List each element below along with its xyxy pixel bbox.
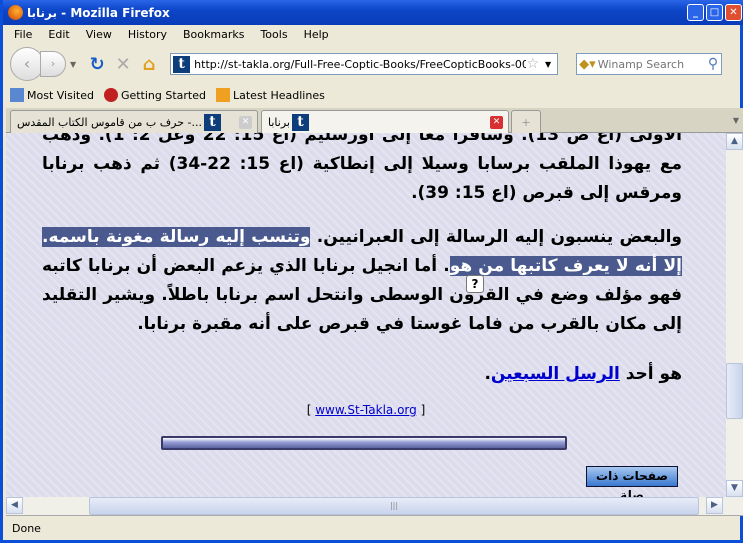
menu-bookmarks[interactable]: Bookmarks xyxy=(175,28,252,41)
paragraph-3: هو أحد الرسل السبعين. xyxy=(42,360,682,389)
menu-history[interactable]: History xyxy=(120,28,175,41)
vertical-scrollbar[interactable]: ▲ ▼ xyxy=(726,133,743,497)
search-box: ◆▾ ⚲ xyxy=(576,53,723,75)
tab-barnabas[interactable]: t برنابا ✕ xyxy=(261,110,509,133)
text: مع يهوذا الملقب برسابا وسيلا إلى إنطاكية… xyxy=(42,154,682,203)
menu-help[interactable]: Help xyxy=(296,28,337,41)
site-favicon: t xyxy=(173,55,191,73)
st-takla-link[interactable]: www.St-Takla.org xyxy=(315,403,417,417)
navigation-toolbar: ‹ › ▼ ↻ ✕ ⌂ t http://st-takla.org/Full-F… xyxy=(6,44,743,84)
url-bar[interactable]: t http://st-takla.org/Full-Free-Coptic-B… xyxy=(170,53,559,75)
back-button[interactable]: ‹ xyxy=(10,47,44,81)
search-input[interactable] xyxy=(597,57,708,71)
history-dropdown-icon[interactable]: ▼ xyxy=(70,60,76,69)
bookmark-latest-headlines[interactable]: Latest Headlines xyxy=(216,88,325,102)
firefox-icon xyxy=(8,5,23,20)
browser-window: برنابا - Mozilla Firefox _ □ ✕ File Edit… xyxy=(0,0,743,543)
reload-icon[interactable]: ↻ xyxy=(84,54,110,75)
tab-label: برنابا xyxy=(268,115,290,129)
new-tab-button[interactable]: + xyxy=(511,110,541,133)
bookmark-getting-started[interactable]: Getting Started xyxy=(103,88,206,102)
tab-close-icon[interactable]: ✕ xyxy=(239,115,252,129)
rss-icon xyxy=(216,88,230,102)
getting-started-icon xyxy=(103,88,118,102)
stop-icon[interactable]: ✕ xyxy=(110,54,136,75)
home-icon[interactable]: ⌂ xyxy=(136,54,162,75)
tab-favicon: t xyxy=(204,113,221,131)
tab-bar: t ...- حرف ب من قاموس الكتاب المقدس ✕ t … xyxy=(6,108,743,133)
tab-favicon: t xyxy=(291,113,309,131)
text: هو أحد xyxy=(619,364,682,384)
bookmark-most-visited[interactable]: Most Visited xyxy=(10,88,94,102)
paragraph-2: والبعض ينسبون إليه الرسالة إلى العبرانيي… xyxy=(42,223,682,339)
tab-list-icon[interactable]: ▼ xyxy=(733,116,739,125)
bookmark-label: Most Visited xyxy=(27,88,94,102)
scroll-right-button[interactable]: ▶ xyxy=(706,497,723,514)
maximize-button[interactable]: □ xyxy=(706,4,723,21)
menu-bar: File Edit View History Bookmarks Tools H… xyxy=(6,25,743,44)
horizontal-scroll-thumb[interactable]: ||| xyxy=(89,497,699,515)
bookmark-label: Latest Headlines xyxy=(233,88,325,102)
related-pages-button[interactable]: صفحات ذات صلة xyxy=(586,466,678,497)
page-content: الأولى (اع ص 13). وسافرا معًا إلى أورشلي… xyxy=(6,133,726,497)
window-title: برنابا - Mozilla Firefox xyxy=(27,5,170,20)
minimize-button[interactable]: _ xyxy=(687,4,704,21)
horizontal-scrollbar[interactable]: ◀ ||| ▶ xyxy=(6,497,743,515)
url-text[interactable]: http://st-takla.org/Full-Free-Coptic-Boo… xyxy=(194,58,526,71)
menu-file[interactable]: File xyxy=(6,28,40,41)
text: والبعض ينسبون إليه الرسالة إلى العبرانيي… xyxy=(310,227,682,247)
most-visited-icon xyxy=(10,88,24,102)
bookmark-star-icon[interactable]: ☆ xyxy=(526,56,539,72)
scroll-down-button[interactable]: ▼ xyxy=(726,480,743,497)
tab-close-icon[interactable]: ✕ xyxy=(490,115,503,129)
url-dropdown-icon[interactable]: ▼ xyxy=(545,60,551,69)
bookmarks-toolbar: Most Visited Getting Started Latest Head… xyxy=(6,85,743,105)
status-text: Done xyxy=(12,522,41,535)
site-link-line: [ www.St-Takla.org ] xyxy=(6,403,726,417)
menu-edit[interactable]: Edit xyxy=(40,28,77,41)
forward-button[interactable]: › xyxy=(40,51,66,77)
paragraph-1: الأولى (اع ص 13). وسافرا معًا إلى أورشلي… xyxy=(42,133,682,208)
divider xyxy=(161,436,567,450)
title-bar: برنابا - Mozilla Firefox _ □ ✕ xyxy=(3,0,743,25)
tab-label: ...- حرف ب من قاموس الكتاب المقدس xyxy=(17,115,202,129)
bookmark-label: Getting Started xyxy=(120,88,206,102)
text: الأولى (اع ص 13). وسافرا معًا إلى أورشلي… xyxy=(42,133,682,145)
vertical-scroll-thumb[interactable] xyxy=(726,363,743,419)
search-icon[interactable]: ⚲ xyxy=(708,56,718,72)
close-button[interactable]: ✕ xyxy=(725,4,742,21)
scroll-up-button[interactable]: ▲ xyxy=(726,133,743,150)
bracket: ] xyxy=(420,403,426,417)
seventy-apostles-link[interactable]: الرسل السبعين xyxy=(491,364,620,384)
tab-dictionary[interactable]: t ...- حرف ب من قاموس الكتاب المقدس ✕ xyxy=(10,110,258,133)
menu-view[interactable]: View xyxy=(78,28,120,41)
menu-tools[interactable]: Tools xyxy=(252,28,295,41)
search-engine-icon[interactable]: ◆▾ xyxy=(579,57,596,72)
bracket: [ xyxy=(306,403,312,417)
scroll-left-button[interactable]: ◀ xyxy=(6,497,23,514)
help-tooltip-icon[interactable]: ? xyxy=(466,275,484,293)
status-bar: Done xyxy=(6,515,743,540)
